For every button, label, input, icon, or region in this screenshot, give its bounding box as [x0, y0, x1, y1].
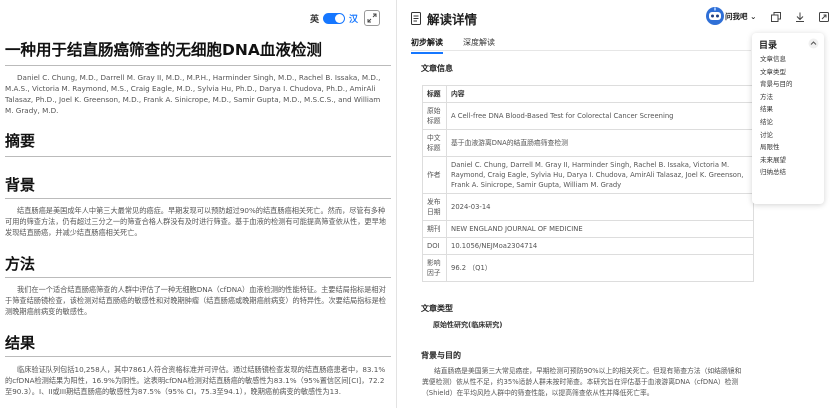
row-value: 96.2 （Q1） — [446, 254, 754, 282]
row-value: A Cell-free DNA Blood-Based Test for Col… — [446, 102, 754, 130]
toc-item-methods[interactable]: 方法 — [760, 91, 793, 104]
toc-item-article-info[interactable]: 文章信息 — [760, 53, 793, 66]
tab-underline — [411, 50, 751, 51]
interpretation-title: 解读详情 — [427, 12, 478, 27]
left-toolbar: 英 汉 — [310, 10, 380, 26]
article-info-table: 标题 内容 原始标题 A Cell-free DNA Blood-Based T… — [422, 85, 754, 282]
row-key: 发布日期 — [422, 193, 447, 221]
toc-list: 文章信息 文章类型 背景与目的 方法 结果 结论 讨论 局限性 未来展望 归纳总… — [760, 53, 793, 179]
background-purpose-text: 结直肠癌是美国第三大常见癌症，早期检测可预防90%以上的相关死亡。但现有筛查方法… — [422, 367, 742, 397]
language-toggle[interactable]: 英 汉 — [310, 12, 358, 25]
tab-preliminary[interactable]: 初步解读 — [411, 37, 443, 54]
background-purpose-heading: 背景与目的 — [421, 351, 461, 360]
original-paper-pane: 英 汉 一种用于结直肠癌筛查的无细胞DNA血液检测 Daniel C. Chun… — [0, 0, 396, 408]
interpretation-tabs: 初步解读 深度解读 — [411, 37, 495, 54]
document-icon — [411, 12, 421, 25]
toc-item-results[interactable]: 结果 — [760, 103, 793, 116]
results-text: 临床验证队列包括10,258人，其中7861人符合资格标准并可评估。通过结肠镜检… — [5, 365, 386, 396]
lang-switch[interactable] — [322, 12, 345, 24]
row-value: NEW ENGLAND JOURNAL OF MEDICINE — [446, 220, 754, 238]
row-key: 原始标题 — [422, 102, 447, 130]
download-icon[interactable] — [795, 12, 805, 22]
toc-item-summary[interactable]: 归纳总结 — [760, 166, 793, 179]
row-key: 期刊 — [422, 220, 447, 238]
row-value: 10.1056/NEJMoa2304714 — [446, 237, 754, 255]
copy-icon[interactable] — [771, 12, 781, 22]
row-key: 作者 — [422, 156, 447, 194]
row-value: Daniel C. Chung, Darrell M. Gray II, Har… — [446, 156, 754, 194]
lang-en-label: 英 — [309, 14, 319, 25]
section-divider — [5, 356, 391, 357]
expand-icon[interactable] — [364, 10, 380, 26]
table-row: 发布日期 2024-03-14 — [422, 193, 754, 221]
row-value: 2024-03-14 — [446, 193, 754, 221]
methods-text: 我们在一个适合结直肠癌筛查的人群中评估了一种无细胞DNA（cfDNA）血液检测的… — [5, 285, 386, 316]
table-header-row: 标题 内容 — [422, 85, 754, 103]
table-row: 中文标题 基于血液游离DNA的结直肠癌筛查检测 — [422, 129, 754, 157]
background-text: 结直肠癌是美国成年人中第三大最常见的癌症。早期发现可以预防超过90%的结直肠癌相… — [5, 206, 386, 237]
section-divider — [5, 156, 391, 157]
table-header-value: 内容 — [446, 85, 754, 103]
article-info-heading: 文章信息 — [421, 64, 453, 73]
methods-heading: 方法 — [5, 255, 36, 273]
ask-me-label: 问我吧 — [725, 12, 748, 21]
results-heading: 结果 — [5, 334, 36, 352]
table-header-key: 标题 — [422, 85, 447, 103]
toc-heading: 目录 — [759, 41, 778, 51]
table-row: 作者 Daniel C. Chung, Darrell M. Gray II, … — [422, 156, 754, 194]
toc-item-discussion[interactable]: 讨论 — [760, 129, 793, 142]
row-value: 基于血液游离DNA的结直肠癌筛查检测 — [446, 129, 754, 157]
table-row: 影响因子 96.2 （Q1） — [422, 254, 754, 282]
title-divider — [5, 65, 391, 66]
ask-me-button[interactable]: 问我吧 ⌄ — [725, 11, 756, 22]
paper-title: 一种用于结直肠癌筛查的无细胞DNA血液检测 — [5, 41, 322, 59]
section-divider — [5, 277, 391, 278]
background-heading: 背景 — [5, 176, 36, 194]
paper-authors: Daniel C. Chung, M.D., Darrell M. Gray I… — [5, 73, 381, 115]
fullscreen-icon[interactable] — [819, 12, 829, 22]
toc-item-future[interactable]: 未来展望 — [760, 154, 793, 167]
toc-item-background[interactable]: 背景与目的 — [760, 78, 793, 91]
article-type-value: 原始性研究(临床研究) — [433, 321, 503, 329]
table-row: 原始标题 A Cell-free DNA Blood-Based Test fo… — [422, 102, 754, 130]
table-row: 期刊 NEW ENGLAND JOURNAL OF MEDICINE — [422, 220, 754, 238]
abstract-heading: 摘要 — [5, 132, 36, 150]
table-of-contents: 目录 文章信息 文章类型 背景与目的 方法 结果 结论 讨论 局限性 未来展望 … — [752, 33, 824, 204]
tab-deep[interactable]: 深度解读 — [463, 37, 495, 54]
table-row: DOI 10.1056/NEJMoa2304714 — [422, 237, 754, 255]
lang-zh-label: 汉 — [348, 14, 358, 25]
chevron-up-icon[interactable] — [808, 38, 819, 49]
row-key: DOI — [422, 237, 447, 255]
robot-assistant-icon[interactable] — [705, 6, 725, 26]
toc-item-limitations[interactable]: 局限性 — [760, 141, 793, 154]
row-key: 影响因子 — [422, 254, 447, 282]
toc-item-conclusion[interactable]: 结论 — [760, 116, 793, 129]
interpretation-pane: 解读详情 问我吧 ⌄ 初步解读 深度解读 文章信息 标题 内容 原始标题 A C… — [397, 0, 830, 408]
section-divider — [5, 198, 391, 199]
right-toolbar — [771, 12, 829, 22]
toc-item-article-type[interactable]: 文章类型 — [760, 66, 793, 79]
row-key: 中文标题 — [422, 129, 447, 157]
interpretation-header: 解读详情 — [411, 9, 477, 28]
article-type-heading: 文章类型 — [421, 304, 453, 313]
